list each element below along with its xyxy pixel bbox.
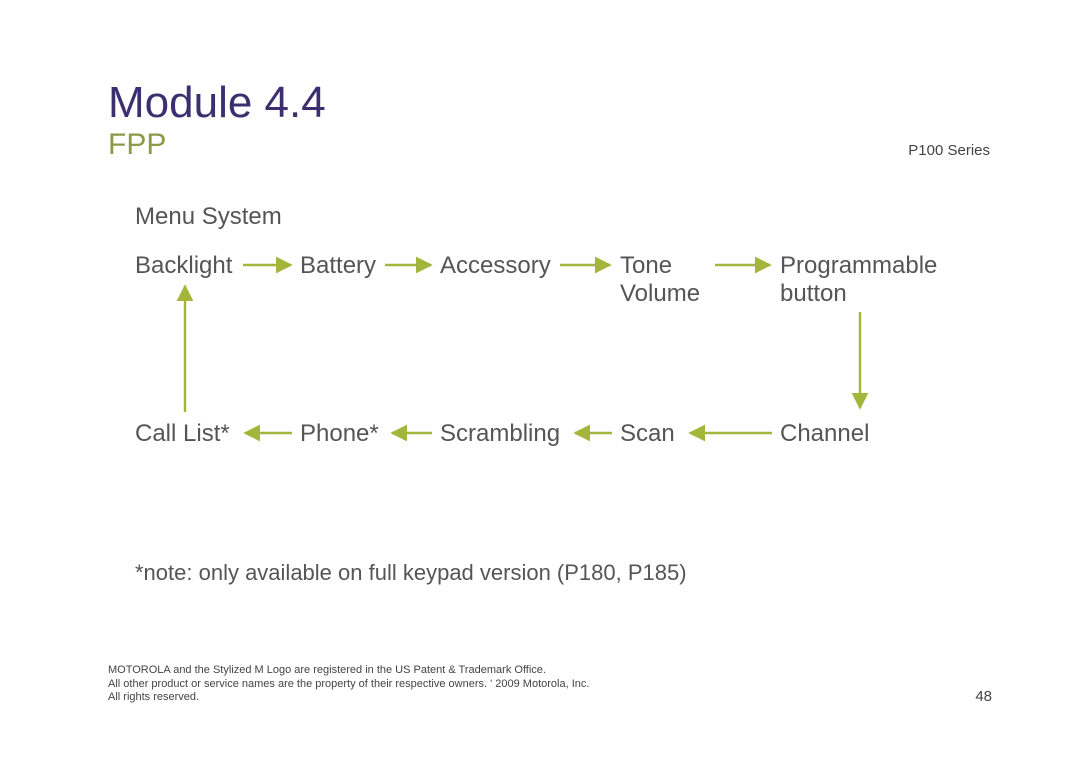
footnote: *note: only available on full keypad ver… xyxy=(135,560,687,586)
node-accessory: Accessory xyxy=(440,252,551,280)
footer-text: MOTOROLA and the Stylized M Logo are reg… xyxy=(108,664,589,705)
footer-line-1: MOTOROLA and the Stylized M Logo are reg… xyxy=(108,664,589,678)
node-scrambling: Scrambling xyxy=(440,420,560,448)
node-call-list: Call List* xyxy=(135,420,230,448)
node-programmable-button: Programmable button xyxy=(780,252,937,309)
node-scan: Scan xyxy=(620,420,675,448)
slide-title: Module 4.4 xyxy=(108,78,326,128)
node-battery: Battery xyxy=(300,252,376,280)
footer-line-3: All rights reserved. xyxy=(108,691,589,705)
diagram-heading: Menu System xyxy=(135,203,282,231)
footer-line-2: All other product or service names are t… xyxy=(108,678,589,692)
slide-subtitle: FPP xyxy=(108,128,166,162)
node-backlight: Backlight xyxy=(135,252,232,280)
page-number: 48 xyxy=(975,688,992,705)
node-channel: Channel xyxy=(780,420,869,448)
node-tone-volume: Tone Volume xyxy=(620,252,700,309)
node-phone: Phone* xyxy=(300,420,379,448)
series-label: P100 Series xyxy=(908,142,990,159)
